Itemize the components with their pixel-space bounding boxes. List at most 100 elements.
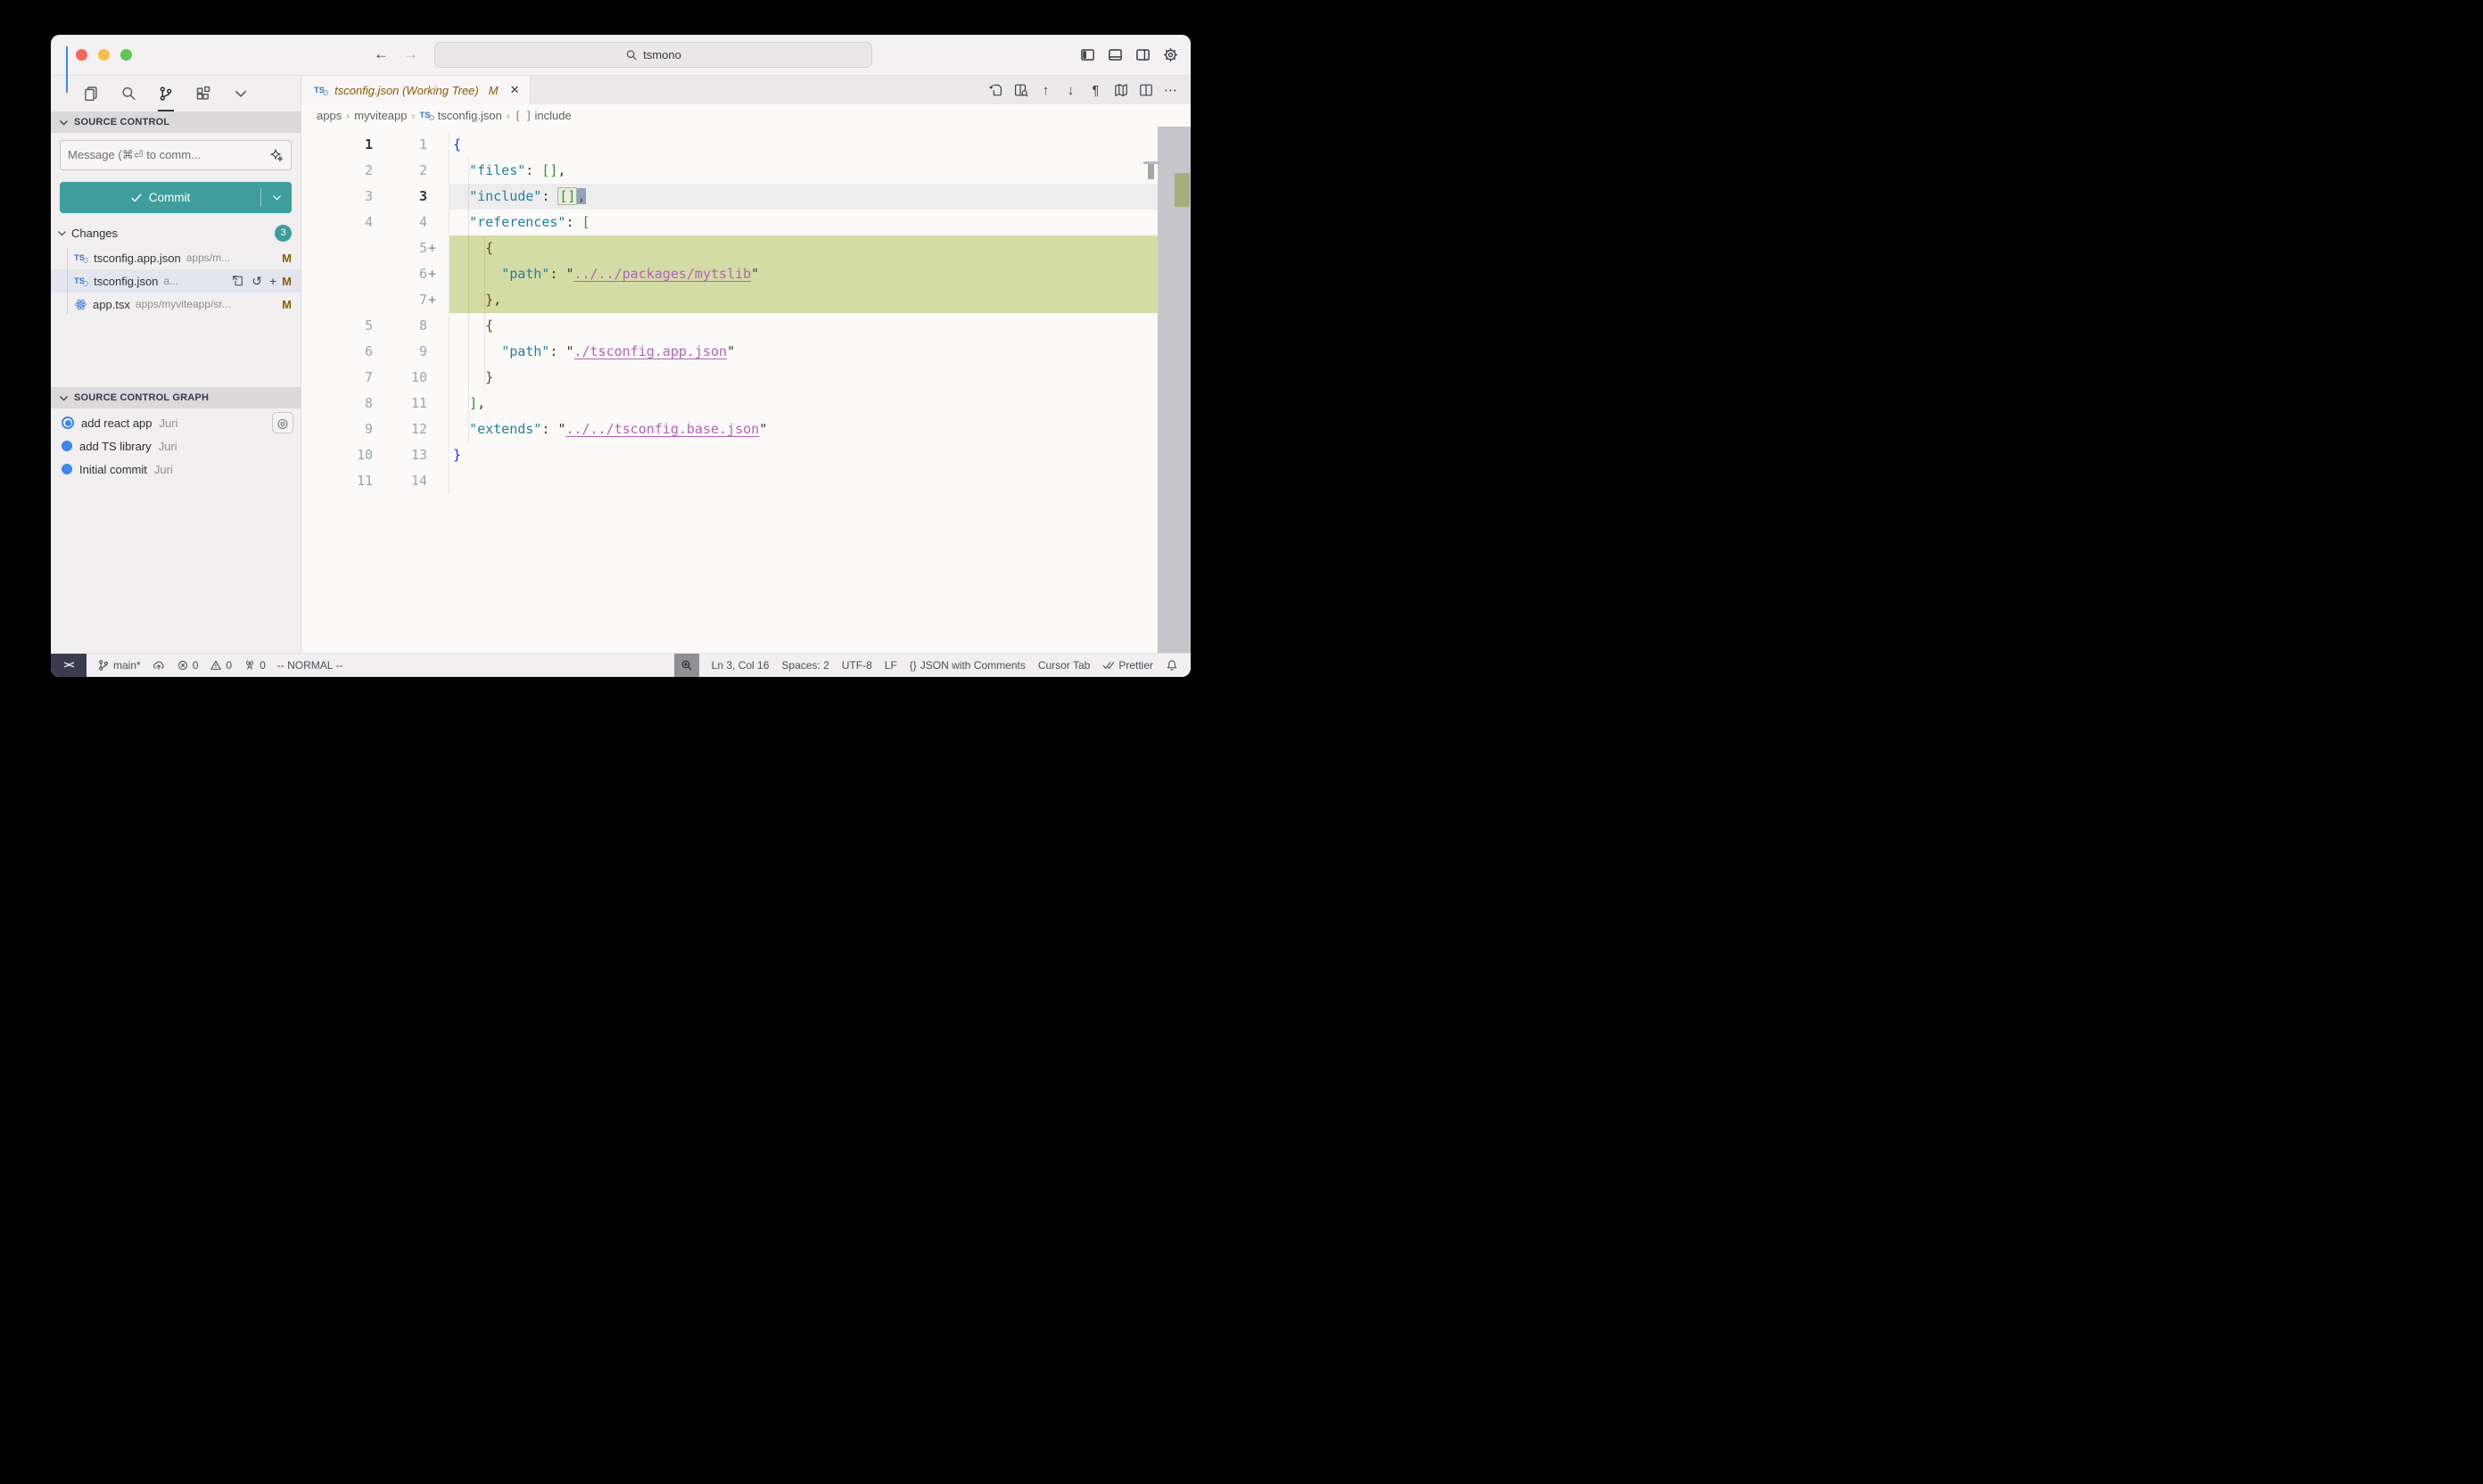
map-view-button[interactable] (1113, 83, 1128, 98)
back-button[interactable]: ← (374, 45, 389, 63)
status-cursor-tab[interactable]: Cursor Tab (1038, 654, 1090, 677)
maximize-window-button[interactable] (120, 49, 132, 61)
checkout-target-button[interactable]: ◎ (272, 412, 293, 433)
commit-author: Juri (159, 440, 177, 453)
status-language-mode[interactable]: {}JSON with Comments (910, 654, 1026, 677)
file-name: app.tsx (93, 298, 130, 311)
sparkle-icon[interactable] (269, 148, 284, 162)
bell-icon (1166, 659, 1178, 672)
remote-indicator[interactable]: >< (51, 654, 87, 677)
status-eol[interactable]: LF (885, 654, 897, 677)
code-line[interactable]: 11{ (301, 132, 1191, 158)
commit-row[interactable]: Initial commitJuri (51, 458, 301, 481)
activity-item-source-control[interactable] (158, 76, 174, 111)
breadcrumb-item-include[interactable]: [ ]include (515, 109, 572, 122)
tab-tsconfig-working-tree[interactable]: TS tsconfig.json (Working Tree) M ✕ (301, 76, 531, 104)
split-editor-icon (1139, 83, 1153, 97)
toggle-panel-button[interactable] (1107, 46, 1123, 62)
indent-guide (484, 235, 485, 391)
split-editor-button[interactable] (1138, 83, 1153, 98)
react-file-icon (74, 298, 87, 311)
toggle-secondary-sidebar-button[interactable] (1134, 46, 1151, 62)
indent-guide (468, 158, 469, 442)
breadcrumb-item-apps[interactable]: apps (317, 109, 342, 122)
status-label: Cursor Tab (1038, 659, 1090, 672)
commit-author: Juri (160, 416, 178, 430)
commit-dot (62, 416, 74, 429)
open-file-action[interactable] (232, 275, 244, 287)
status-indentation[interactable]: Spaces: 2 (781, 654, 829, 677)
status-ports[interactable]: 0 (243, 659, 266, 672)
titlebar: ← → tsmono (51, 35, 1191, 76)
forward-button[interactable]: → (403, 45, 418, 63)
stage-changes-action[interactable]: + (269, 274, 276, 288)
toggle-primary-sidebar-button[interactable] (1079, 46, 1095, 62)
activity-item-explorer[interactable] (83, 76, 99, 111)
status-formatter[interactable]: Prettier (1102, 654, 1153, 677)
breadcrumb-item-myviteapp[interactable]: myviteapp (354, 109, 407, 122)
inline-view-button[interactable] (1013, 83, 1028, 98)
discard-changes-action[interactable]: ↺ (252, 274, 262, 289)
status-git-branch-status[interactable]: main* (97, 659, 141, 672)
change-row-tsconfig.json[interactable]: TStsconfig.jsona...↺+M (51, 269, 301, 293)
layout-sidebar-icon (1080, 47, 1095, 62)
code-line[interactable]: 58 { (301, 313, 1191, 339)
code-line[interactable]: 33 "include": [], (301, 184, 1191, 210)
cloud-upload-icon (153, 659, 165, 672)
breadcrumb-item-tsconfig.json[interactable]: TStsconfig.json (419, 109, 501, 122)
activity-item-extensions[interactable] (195, 76, 211, 111)
commit-dropdown-button[interactable] (261, 192, 292, 203)
code-line[interactable]: 44 "references": [ (301, 210, 1191, 235)
window-controls (76, 49, 132, 61)
search-icon (120, 86, 136, 102)
code-line[interactable]: 912 "extends": "../../tsconfig.base.json… (301, 416, 1191, 442)
minimize-window-button[interactable] (98, 49, 110, 61)
previous-change-button[interactable]: ↑ (1038, 83, 1053, 98)
status-publish-changes[interactable] (153, 659, 165, 672)
gear-icon (1163, 47, 1178, 62)
open-file-button[interactable] (988, 83, 1003, 98)
code-editor[interactable]: 11{22 "files": [],33 "include": [],44 "r… (301, 127, 1191, 653)
file-path: apps/myviteapp/sr... (136, 298, 231, 310)
commit-row[interactable]: add TS libraryJuri (51, 434, 301, 458)
code-line[interactable]: 710 } (301, 365, 1191, 391)
status-errors[interactable]: 0 (177, 659, 199, 672)
commit-message-input[interactable]: Message (⌘⏎ to comm... (60, 140, 292, 170)
change-row-tsconfig.app.json[interactable]: TStsconfig.app.jsonapps/m...M (51, 246, 301, 269)
status-zoom-indicator[interactable] (674, 654, 699, 677)
command-center-search[interactable]: tsmono (434, 42, 872, 68)
tab-close-icon[interactable]: ✕ (510, 83, 520, 97)
changes-section-header[interactable]: Changes 3 (51, 222, 301, 243)
zoom-magnifier-icon (681, 659, 693, 672)
commit-button-label: Commit (149, 191, 191, 204)
next-change-button[interactable]: ↓ (1063, 83, 1078, 98)
status-notifications[interactable] (1166, 654, 1178, 677)
code-line[interactable]: 1013} (301, 442, 1191, 468)
activity-item-views-more[interactable] (233, 76, 249, 111)
close-window-button[interactable] (76, 49, 87, 61)
code-line[interactable]: 5+ { (301, 235, 1191, 261)
chevron-down-icon (58, 392, 70, 404)
code-line[interactable]: 69 "path": "./tsconfig.app.json" (301, 339, 1191, 365)
source-control-section-header[interactable]: SOURCE CONTROL (51, 111, 301, 133)
status-warnings[interactable]: 0 (210, 659, 232, 672)
status-cursor-position[interactable]: Ln 3, Col 16 (712, 654, 770, 677)
change-row-app.tsx[interactable]: app.tsxapps/myviteapp/sr...M (51, 293, 301, 316)
status-label: 0 (260, 659, 266, 672)
code-line[interactable]: 22 "files": [], (301, 158, 1191, 184)
commit-dot (62, 441, 72, 451)
commit-row[interactable]: add react appJuri◎ (51, 411, 301, 434)
settings-button[interactable] (1162, 46, 1178, 62)
render-whitespace-button[interactable]: ¶ (1088, 83, 1103, 98)
commit-button[interactable]: Commit (60, 182, 292, 213)
graph-section-header[interactable]: SOURCE CONTROL GRAPH (51, 387, 301, 408)
more-actions-button[interactable]: ⋯ (1163, 83, 1178, 98)
status-encoding[interactable]: UTF-8 (842, 654, 872, 677)
code-line[interactable]: 1114 (301, 468, 1191, 494)
code-line[interactable]: 7+ }, (301, 287, 1191, 313)
code-line[interactable]: 6+ "path": "../../packages/mytslib" (301, 261, 1191, 287)
activity-item-search[interactable] (120, 76, 136, 111)
status-vim-mode[interactable]: -- NORMAL -- (277, 659, 343, 672)
vscode-window: ← → tsmono SOURCE CONTROL Message (⌘⏎ to… (51, 35, 1191, 677)
code-line[interactable]: 811 ], (301, 391, 1191, 416)
